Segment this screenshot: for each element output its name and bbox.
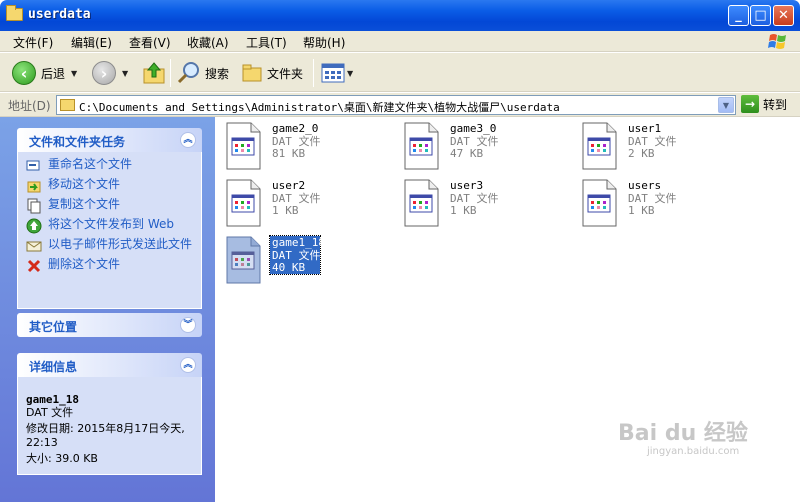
collapse-icon[interactable]: ︽: [180, 357, 196, 373]
menu-tools[interactable]: 工具(T): [246, 34, 287, 51]
other-places-header[interactable]: 其它位置 ︾: [17, 313, 202, 337]
back-dropdown-icon[interactable]: ▼: [71, 69, 77, 78]
back-button[interactable]: ‹ 后退 ▼: [12, 59, 77, 87]
windows-logo-icon: [768, 34, 786, 49]
email-icon: [26, 241, 42, 252]
file-item-selected[interactable]: game1_18 DAT 文件 40 KB: [215, 234, 385, 286]
up-folder-icon: [143, 62, 165, 84]
task-delete[interactable]: 删除这个文件: [26, 258, 193, 274]
task-email[interactable]: 以电子邮件形式发送此文件: [26, 238, 193, 254]
task-publish-web[interactable]: 将这个文件发布到 Web: [26, 218, 193, 234]
address-input[interactable]: C:\Documents and Settings\Administrator\…: [56, 95, 736, 115]
up-folder-button[interactable]: [142, 59, 166, 87]
forward-dropdown-icon[interactable]: ▼: [122, 69, 128, 78]
search-label: 搜索: [205, 66, 230, 81]
menu-file[interactable]: 文件(F): [13, 34, 53, 51]
go-button[interactable]: → 转到: [741, 95, 787, 113]
watermark-url: jingyan.baidu.com: [647, 446, 740, 457]
file-item[interactable]: game3_0 DAT 文件 47 KB: [393, 120, 563, 172]
forward-arrow-icon: ›: [92, 61, 116, 85]
dat-file-icon: [226, 236, 261, 284]
title-bar[interactable]: userdata _ □ ✕: [0, 0, 800, 31]
delete-icon: [27, 259, 41, 273]
folders-icon: [242, 64, 262, 82]
task-rename[interactable]: 重命名这个文件: [26, 158, 193, 174]
forward-button[interactable]: › ▼: [92, 59, 128, 87]
menu-view[interactable]: 查看(V): [129, 34, 171, 51]
minimize-button[interactable]: _: [728, 5, 749, 26]
back-arrow-icon: ‹: [12, 61, 36, 85]
dat-file-icon: [226, 122, 261, 170]
menu-edit[interactable]: 编辑(E): [71, 34, 112, 51]
details-title: 详细信息: [29, 360, 78, 374]
task-move[interactable]: 移动这个文件: [26, 178, 193, 194]
other-places-panel: 其它位置 ︾: [17, 313, 202, 337]
file-tasks-title: 文件和文件夹任务: [29, 135, 126, 149]
file-tasks-panel: 文件和文件夹任务 ︽ 重命名这个文件 移动这个文件 复制这个文件 将这个文件发布…: [17, 128, 202, 309]
details-header[interactable]: 详细信息 ︽: [17, 353, 202, 377]
details-modified: 修改日期: 2015年8月17日今天, 22:13: [26, 422, 185, 449]
details-size: 大小: 39.0 KB: [26, 452, 98, 465]
maximize-button[interactable]: □: [750, 5, 771, 26]
file-item[interactable]: game2_0 DAT 文件 81 KB: [215, 120, 385, 172]
address-label: 地址(D): [8, 99, 51, 113]
file-tasks-header[interactable]: 文件和文件夹任务 ︽: [17, 128, 202, 152]
window-title: userdata: [28, 7, 91, 22]
go-arrow-icon: →: [741, 95, 759, 113]
file-item[interactable]: user2 DAT 文件 1 KB: [215, 177, 385, 229]
watermark-logo: Bai du 经验: [618, 421, 748, 446]
views-icon: [321, 63, 345, 83]
details-file-name: game1_18: [26, 393, 79, 406]
search-icon: [177, 62, 199, 84]
close-button[interactable]: ✕: [773, 5, 794, 26]
dat-file-icon: [404, 179, 439, 227]
task-pane: 文件和文件夹任务 ︽ 重命名这个文件 移动这个文件 复制这个文件 将这个文件发布…: [0, 117, 215, 502]
menu-favorites[interactable]: 收藏(A): [187, 34, 229, 51]
go-label: 转到: [763, 97, 788, 112]
task-copy[interactable]: 复制这个文件: [26, 198, 193, 214]
address-path[interactable]: C:\Documents and Settings\Administrator\…: [79, 99, 560, 115]
file-item[interactable]: user1 DAT 文件 2 KB: [571, 120, 741, 172]
rename-icon: [26, 160, 40, 171]
copy-icon: [27, 198, 41, 214]
folders-button[interactable]: 文件夹: [241, 59, 303, 87]
menu-help[interactable]: 帮助(H): [303, 34, 345, 51]
address-dropdown-icon[interactable]: ▼: [718, 97, 734, 113]
other-places-title: 其它位置: [29, 320, 78, 334]
file-item[interactable]: user3 DAT 文件 1 KB: [393, 177, 563, 229]
menu-bar: 文件(F) 编辑(E) 查看(V) 收藏(A) 工具(T) 帮助(H): [0, 31, 800, 52]
search-button[interactable]: 搜索: [177, 59, 229, 87]
folder-icon: [6, 5, 23, 21]
dat-file-icon: [582, 179, 617, 227]
folder-icon: [60, 99, 75, 111]
toolbar: ‹ 后退 ▼ › ▼ 搜索 文件夹 ▼: [0, 53, 800, 92]
details-file-type: DAT 文件: [26, 406, 74, 419]
dat-file-icon: [226, 179, 261, 227]
expand-icon[interactable]: ︾: [180, 317, 196, 333]
back-label: 后退: [41, 66, 66, 81]
dat-file-icon: [582, 122, 617, 170]
dat-file-icon: [404, 122, 439, 170]
views-button[interactable]: ▼: [321, 59, 353, 87]
file-item[interactable]: users DAT 文件 1 KB: [571, 177, 741, 229]
views-dropdown-icon[interactable]: ▼: [347, 69, 353, 78]
address-bar: 地址(D) C:\Documents and Settings\Administ…: [0, 93, 800, 117]
collapse-icon[interactable]: ︽: [180, 132, 196, 148]
move-icon: [27, 181, 41, 193]
publish-web-icon: [26, 218, 42, 234]
folders-label: 文件夹: [267, 66, 304, 81]
details-panel: 详细信息 ︽ game1_18 DAT 文件 修改日期: 2015年8月17日今…: [17, 353, 202, 475]
